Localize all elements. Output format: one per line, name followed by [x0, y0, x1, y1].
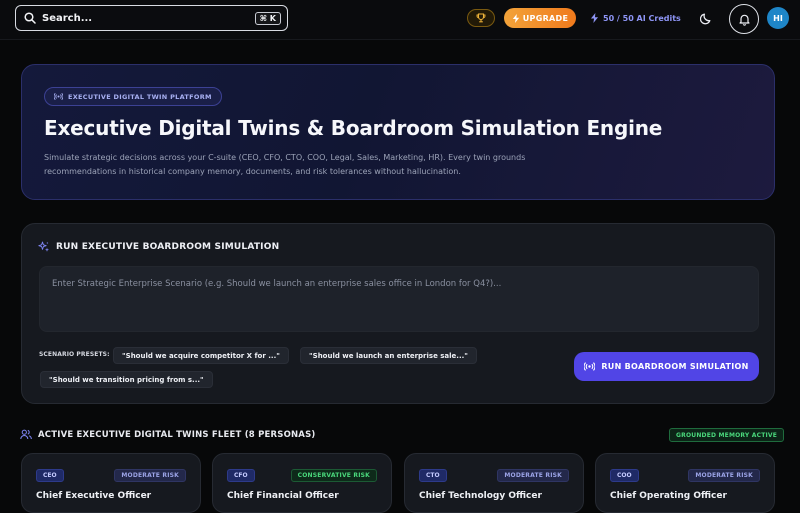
run-simulation-button[interactable]: RUN BOARDROOM SIMULATION — [574, 352, 759, 381]
platform-badge-label: EXECUTIVE DIGITAL TWIN PLATFORM — [68, 92, 212, 101]
broadcast-icon — [54, 92, 63, 101]
page-title: Executive Digital Twins & Boardroom Simu… — [44, 116, 663, 140]
moon-icon[interactable] — [700, 11, 714, 25]
upgrade-label: UPGRADE — [522, 13, 569, 23]
risk-badge: MODERATE RISK — [688, 469, 760, 482]
hero-banner: EXECUTIVE DIGITAL TWIN PLATFORM Executiv… — [21, 64, 775, 200]
avatar[interactable]: HI — [767, 7, 789, 29]
role-badge: CFO — [227, 469, 255, 482]
notifications-button[interactable] — [729, 4, 759, 34]
role-badge: COO — [610, 469, 639, 482]
platform-badge: EXECUTIVE DIGITAL TWIN PLATFORM — [44, 87, 222, 106]
bell-icon — [738, 14, 750, 26]
twin-card-cto[interactable]: CTO MODERATE RISK Chief Technology Offic… — [404, 453, 584, 513]
bolt-icon — [512, 13, 519, 23]
scenario-preset-acquire[interactable]: "Should we acquire competitor X for ..." — [113, 347, 289, 364]
top-bar: Search... ⌘ K UPGRADE 50 / 50 AI Credits… — [0, 0, 800, 40]
grounded-memory-badge: GROUNDED MEMORY ACTIVE — [669, 428, 785, 442]
risk-badge: MODERATE RISK — [114, 469, 186, 482]
twin-card-cfo[interactable]: CFO CONSERVATIVE RISK Chief Financial Of… — [212, 453, 392, 513]
upgrade-button[interactable]: UPGRADE — [504, 8, 576, 28]
fleet-heading-label: ACTIVE EXECUTIVE DIGITAL TWINS FLEET (8 … — [38, 429, 316, 440]
trophy-icon — [476, 13, 486, 23]
risk-badge: MODERATE RISK — [497, 469, 569, 482]
broadcast-icon — [584, 362, 596, 371]
fleet-heading: ACTIVE EXECUTIVE DIGITAL TWINS FLEET (8 … — [20, 429, 316, 440]
risk-badge: CONSERVATIVE RISK — [290, 469, 377, 482]
search-shortcut: ⌘ K — [254, 11, 281, 25]
twin-card-coo[interactable]: COO MODERATE RISK Chief Operating Office… — [595, 453, 775, 513]
scenario-presets-label: SCENARIO PRESETS: — [39, 351, 110, 358]
bolt-icon — [590, 13, 599, 23]
scenario-input[interactable] — [39, 266, 759, 332]
page-description: Simulate strategic decisions across your… — [44, 153, 526, 176]
ai-credits: 50 / 50 AI Credits — [590, 10, 681, 26]
search-icon — [24, 12, 36, 24]
achievements-button[interactable] — [467, 9, 495, 27]
role-badge: CEO — [36, 469, 64, 482]
ai-credits-label: 50 / 50 AI Credits — [603, 13, 681, 23]
scenario-preset-pricing[interactable]: "Should we transition pricing from s..." — [40, 371, 213, 388]
role-badge: CTO — [419, 469, 447, 482]
twin-card-ceo[interactable]: CEO MODERATE RISK Chief Executive Office… — [21, 453, 201, 513]
sparkles-icon — [38, 241, 49, 252]
run-simulation-label: RUN BOARDROOM SIMULATION — [601, 362, 749, 371]
simulation-panel: RUN EXECUTIVE BOARDROOM SIMULATION SCENA… — [21, 223, 775, 404]
scenario-preset-sales-office[interactable]: "Should we launch an enterprise sale..." — [300, 347, 477, 364]
users-icon — [20, 429, 32, 440]
search-box[interactable]: Search... ⌘ K — [15, 5, 288, 31]
simulation-heading: RUN EXECUTIVE BOARDROOM SIMULATION — [38, 241, 279, 253]
simulation-heading-label: RUN EXECUTIVE BOARDROOM SIMULATION — [56, 242, 280, 252]
search-input[interactable]: Search... — [42, 13, 255, 24]
